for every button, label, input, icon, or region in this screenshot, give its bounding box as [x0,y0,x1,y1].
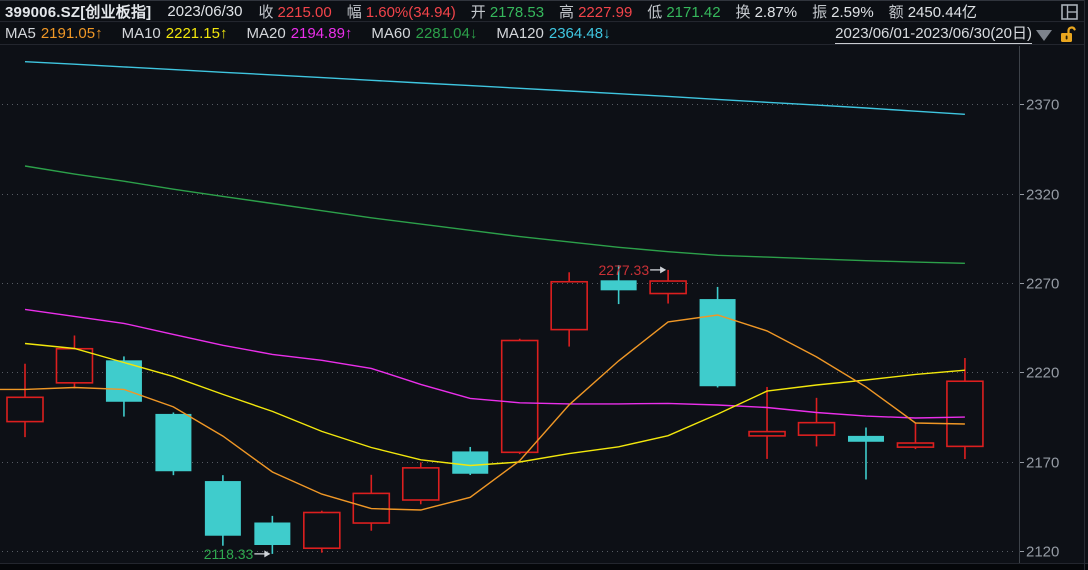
candlestick-chart-area[interactable]: 2370 2320 2270 2220 2170 2120 2277.33 2118.33 [0,46,1088,563]
quote-bar: 399006.SZ[创业板指] 2023/06/30 收 2215.00 幅 1.6… [0,0,1084,22]
chevron-down-icon[interactable] [1036,29,1052,41]
ma120-line [24,61,965,115]
ma-lines [0,61,965,511]
right-border [1084,0,1085,570]
svg-text:2320: 2320 [1026,187,1059,204]
ma5-readout: MA5 2191.05↑ [5,25,103,42]
ma20-line [24,308,965,419]
field-turnover: 换 2.87% [735,3,798,21]
date-range-selector[interactable]: 2023/06/01-2023/06/30(20日) [835,23,1076,45]
stock-chart-window: 399006.SZ[创业板指] 2023/06/30 收 2215.00 幅 1.6… [0,0,1088,570]
svg-text:2220: 2220 [1026,365,1059,382]
field-close: 收 2215.00 [258,3,332,21]
candles [6,265,984,554]
quote-fields: 收 2215.00 幅 1.60%(34.94) 开 2178.53 高 2227.99… [258,1,991,22]
field-amplitude: 振 2.59% [812,3,874,21]
ma10-readout: MA10 2221.15↑ [121,25,228,42]
date-range-label[interactable]: 2023/06/01-2023/06/30(20日) [835,24,1032,44]
panel-divider [0,563,1088,570]
quote-date: 2023/06/30 [167,2,243,20]
unlocked-padlock-icon[interactable] [1060,26,1076,44]
field-open: 开 2178.53 [470,3,545,21]
field-change: 幅 1.60%(34.94) [346,3,456,21]
ma-indicator-bar: MA5 2191.05↑ MA10 2221.15↑ MA20 2194.89↑ MA… [0,23,1084,45]
field-amount: 额 2450.44亿 [888,3,977,21]
low-price-label: 2118.33 [204,546,254,562]
ma20-readout: MA20 2194.89↑ [246,25,353,42]
svg-text:2170: 2170 [1026,455,1059,472]
panel-layout-icon[interactable] [1061,4,1078,20]
candlestick-chart[interactable]: 2370 2320 2270 2220 2170 2120 2277.33 2118.33 [0,46,1088,563]
ma120-readout: MA120 2364.48↓ [496,25,611,42]
svg-text:2270: 2270 [1026,276,1059,293]
symbol-title: 399006.SZ[创业板指] [5,3,152,21]
field-high: 高 2227.99 [559,3,633,21]
ma60-line [24,165,965,264]
grid-and-axis: 2370 2320 2270 2220 2170 2120 [2,46,1059,563]
ma60-readout: MA60 2281.04↓ [371,25,478,42]
svg-text:2370: 2370 [1026,97,1059,114]
svg-text:2120: 2120 [1026,544,1059,561]
field-low: 低 2171.42 [647,3,721,21]
high-price-label: 2277.33 [599,262,650,278]
